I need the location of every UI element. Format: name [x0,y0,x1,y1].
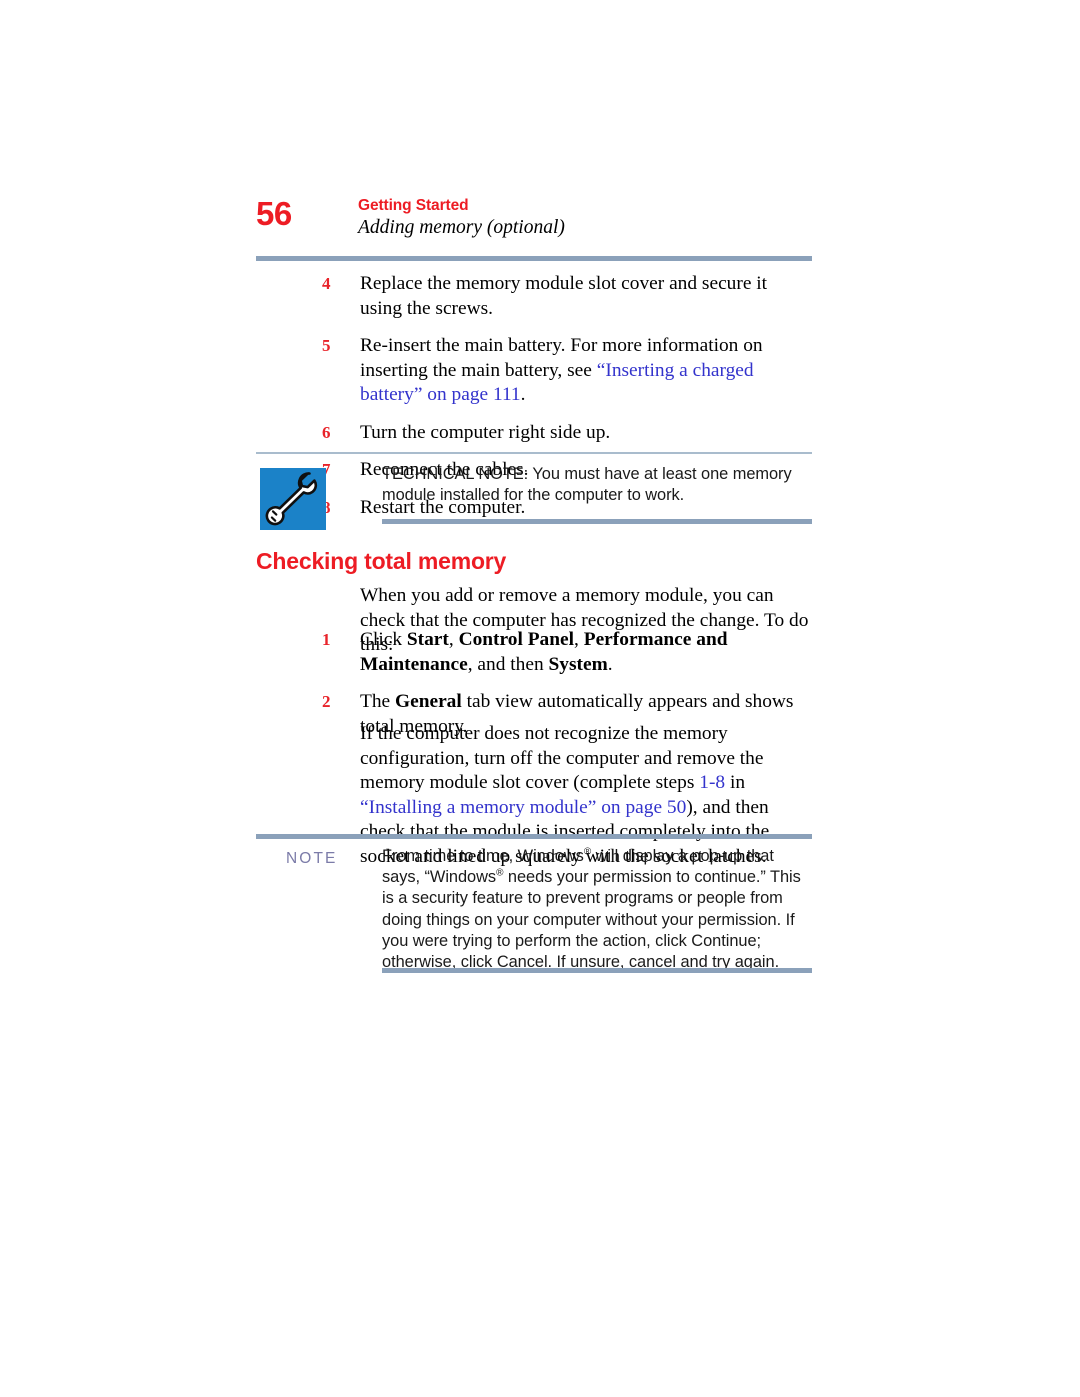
step-number: 5 [322,336,331,355]
chapter-title: Getting Started [358,197,469,214]
ui-term: Start [406,629,449,650]
text-run: Turn the computer right side up. [360,421,611,443]
text-run: , [574,629,584,650]
step-text: Re-insert the main battery. For more inf… [360,334,812,408]
step-number: 2 [322,692,331,711]
step-text: Turn the computer right side up. [360,421,812,446]
text-run: Click [360,629,407,650]
document-page: 56 Getting Started Adding memory (option… [0,0,1080,1397]
list-item: 1 Click Start, Control Panel, Performance… [256,628,812,677]
technical-note-callout: TECHNICAL NOTE: You must have at least o… [256,452,812,530]
text-run: From time to time, Windows [382,847,584,865]
text-run: TECHNICAL NOTE: You must have at least o… [382,465,792,505]
note-label: NOTE [286,850,338,867]
cross-reference-link[interactable]: “Installing a memory module” on page 50 [360,797,686,818]
list-item: 6 Turn the computer right side up. [256,421,812,446]
text-run: . [607,653,613,675]
section-subtitle: Adding memory (optional) [358,217,565,238]
cross-reference-link[interactable]: 1-8 [699,772,725,793]
wrench-icon [260,468,326,530]
step-number: 4 [322,274,331,293]
ui-term: General [395,691,462,712]
text-run: , [448,629,459,650]
note-text: From time to time, Windows® will display… [382,834,812,973]
page-number: 56 [256,195,292,232]
ui-term: System [548,653,608,675]
step-number: 1 [322,630,331,649]
note-callout: NOTE From time to time, Windows® will di… [256,834,812,973]
text-run: in [725,772,746,793]
list-item: 5 Re-insert the main battery. For more in… [256,334,812,408]
text-run: . [520,384,526,405]
header-titles: Getting Started Adding memory (optional) [358,196,812,240]
ui-term: Control Panel [458,629,575,650]
text-run: The [360,691,395,712]
technical-note-text: TECHNICAL NOTE: You must have at least o… [382,452,812,506]
section-heading: Checking total memory [256,548,507,574]
header-divider-rule [256,256,812,261]
text-run: , and then [467,653,549,675]
note-bottom-rule [382,968,812,973]
step-text: Replace the memory module slot cover and… [360,272,812,321]
step-text: Click Start, Control Panel, Performance … [360,628,812,677]
list-item: 4 Replace the memory module slot cover an… [256,272,812,321]
page-header: 56 Getting Started Adding memory (option… [256,196,812,254]
step-number: 6 [322,422,331,442]
text-run: Replace the memory module slot cover and… [360,273,768,319]
technical-note-bottom-rule [382,519,812,524]
